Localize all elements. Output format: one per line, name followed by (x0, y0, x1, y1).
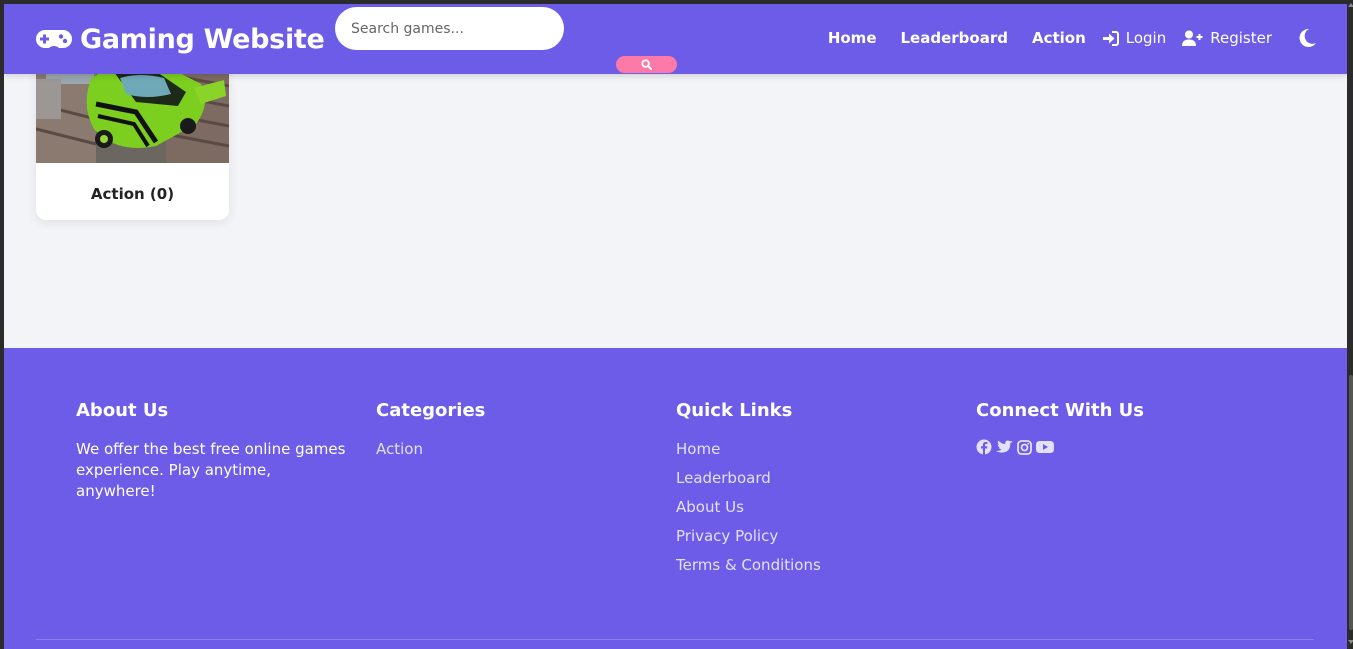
gamepad-icon (36, 29, 72, 48)
search-form (335, 7, 677, 73)
user-plus-icon (1182, 30, 1203, 46)
list-item: Privacy Policy (676, 526, 821, 555)
list-item: Home (676, 439, 821, 468)
brand-title: Gaming Website (80, 24, 325, 55)
list-item: Action (376, 439, 485, 468)
footer-category-action-link[interactable]: Action (376, 440, 423, 458)
theme-toggle[interactable] (1298, 28, 1317, 48)
scroll-up-icon[interactable] (1348, 3, 1353, 7)
footer-leaderboard-link[interactable]: Leaderboard (676, 469, 771, 487)
footer-quick-links: Quick Links Home Leaderboard About Us Pr… (676, 400, 821, 584)
facebook-link[interactable] (976, 439, 992, 455)
footer-home-link[interactable]: Home (676, 440, 720, 458)
category-label: Action (0) (90, 185, 175, 203)
login-label: Login (1125, 29, 1167, 47)
footer-connect-title: Connect With Us (976, 400, 1144, 421)
list-item: About Us (676, 497, 821, 526)
footer-about-text: We offer the best free online games expe… (76, 440, 346, 500)
footer-terms-link[interactable]: Terms & Conditions (676, 556, 821, 574)
footer-connect: Connect With Us (976, 400, 1144, 455)
instagram-link[interactable] (1017, 439, 1032, 455)
footer: About Us We offer the best free online g… (4, 348, 1347, 649)
nav-action-link[interactable]: Action (1032, 29, 1086, 47)
instagram-icon (1017, 439, 1032, 455)
brand-logo[interactable]: Gaming Website (35, 24, 325, 55)
page-viewport: Gaming Website Home Leaderboard Action L… (4, 4, 1347, 649)
search-icon (641, 59, 652, 70)
facebook-icon (976, 439, 992, 455)
social-links (976, 439, 1144, 455)
nav-links: Home Leaderboard Action Login Register (828, 28, 1317, 48)
nav-leaderboard-link[interactable]: Leaderboard (901, 29, 1008, 47)
footer-categories-title: Categories (376, 400, 486, 421)
list-item: Leaderboard (676, 468, 821, 497)
footer-divider (36, 639, 1314, 640)
footer-about-link[interactable]: About Us (676, 498, 744, 516)
footer-privacy-link[interactable]: Privacy Policy (676, 527, 778, 545)
register-label: Register (1210, 29, 1272, 47)
register-link[interactable]: Register (1182, 29, 1272, 47)
scrollbar-thumb[interactable] (1349, 375, 1353, 630)
login-link[interactable]: Login (1102, 29, 1166, 47)
youtube-link[interactable] (1036, 440, 1054, 454)
scroll-down-icon[interactable] (1348, 640, 1353, 644)
youtube-icon (1036, 441, 1054, 453)
footer-categories: Categories Action (376, 400, 485, 468)
list-item: Terms & Conditions (676, 555, 821, 584)
search-button[interactable] (616, 56, 677, 73)
footer-about: About Us We offer the best free online g… (76, 400, 346, 502)
sign-in-icon (1102, 30, 1119, 46)
nav-home-link[interactable]: Home (828, 29, 877, 47)
twitter-icon (996, 440, 1013, 453)
navbar: Gaming Website Home Leaderboard Action L… (4, 4, 1347, 74)
search-input[interactable] (335, 7, 564, 50)
moon-icon (1299, 28, 1316, 47)
footer-about-title: About Us (76, 400, 169, 421)
twitter-link[interactable] (996, 440, 1013, 455)
footer-quick-links-title: Quick Links (676, 400, 793, 421)
